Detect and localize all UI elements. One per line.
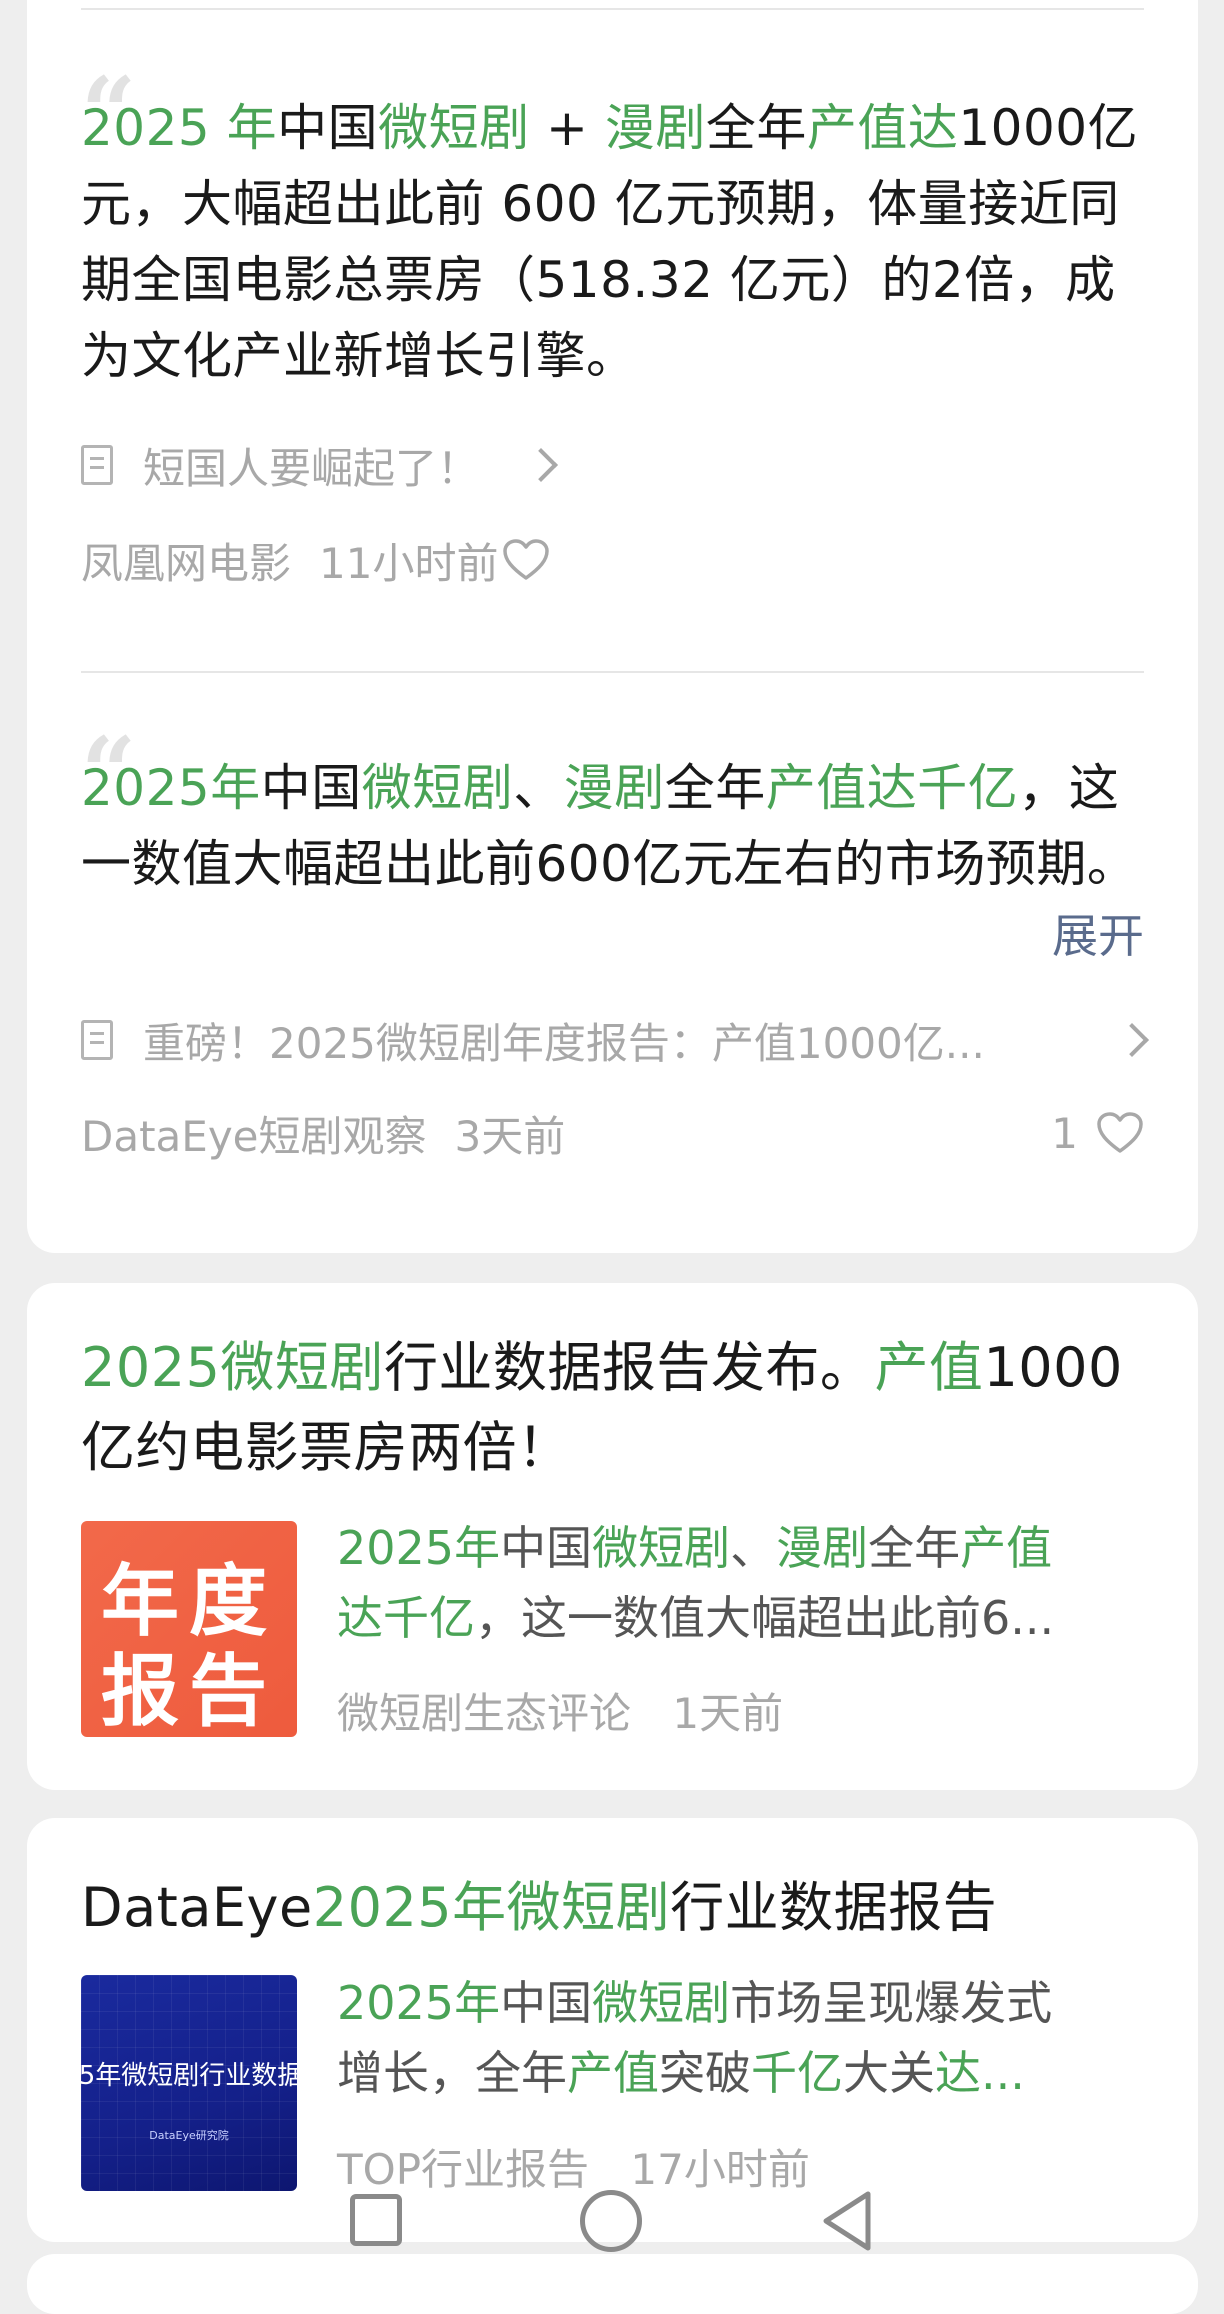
highlight-text: 微短剧 (378, 99, 530, 157)
chevron-right-icon (1115, 1023, 1149, 1057)
highlight-text: 2025年 (337, 1976, 501, 2030)
highlight-text: 达千亿 (337, 1591, 475, 1645)
plain-text: 全年 (868, 1521, 961, 1575)
article-card[interactable]: DataEye2025年微短剧行业数据报告 5年微短剧行业数据 DataEye研… (27, 1818, 1198, 2242)
highlight-text: 漫剧 (776, 1521, 869, 1575)
square-icon[interactable] (350, 2194, 402, 2246)
plain-text: 市场呈现爆发式 (730, 1976, 1053, 2030)
article-card[interactable]: 2025微短剧行业数据报告发布。产值1000亿约电影票房两倍！ 年度 报告 20… (27, 1283, 1198, 1790)
plain-text: 行业数据报告 (670, 1876, 998, 1939)
summary-line: 达千亿，这一数值大幅超出此前6... (337, 1583, 1157, 1653)
heart-icon[interactable] (502, 538, 550, 582)
plain-text: 全年 (705, 99, 807, 157)
plain-text: 行业数据报告发布。 (383, 1336, 875, 1399)
plain-text: 中国 (500, 1976, 593, 2030)
circle-icon[interactable] (580, 2190, 642, 2252)
top-divider (81, 8, 1144, 10)
summary-line: 2025年中国微短剧市场呈现爆发式 (337, 1968, 1157, 2038)
article1-time: 1天前 (672, 1689, 784, 1738)
article1-title[interactable]: 2025微短剧行业数据报告发布。产值1000亿约电影票房两倍！ (81, 1328, 1161, 1488)
post1-meta: 凤凰网电影 11小时前 (81, 530, 1144, 590)
highlight-text: 微短剧 (592, 1976, 731, 2030)
highlight-text: 微短剧 (361, 759, 514, 817)
highlight-text: 2025年 (81, 759, 261, 817)
thumb-subtext: DataEye研究院 (149, 2129, 229, 2142)
post2-source[interactable]: DataEye短剧观察 (81, 1103, 427, 1164)
thumb-text-line2: 报告 (100, 1647, 277, 1737)
post2-like-count: 1 (1051, 1108, 1078, 1158)
post1-snippet[interactable]: 2025 年中国微短剧 + 漫剧全年产值达1000亿元，大幅超出此前 600 亿… (81, 90, 1161, 394)
document-icon (81, 1020, 113, 1060)
summary-line: 增长，全年产值突破千亿大关达... (337, 2038, 1157, 2108)
plain-text: 增长，全年 (337, 2046, 567, 2100)
summary-line: 2025年中国微短剧、漫剧全年产值 (337, 1513, 1157, 1583)
highlight-text: 产值达千亿 (765, 759, 1019, 817)
plain-text: 大关 (843, 2046, 935, 2100)
thumb-text: 5年微短剧行业数据 (81, 2061, 297, 2091)
post2-snippet[interactable]: 2025年中国微短剧、漫剧全年产值达千亿，这一数值大幅超出此前600亿元左右的市… (81, 750, 1161, 902)
post2-time: 3天前 (454, 1111, 566, 1161)
post1-source[interactable]: 凤凰网电影 (81, 530, 291, 591)
chevron-right-icon (524, 448, 558, 482)
heart-icon[interactable] (1096, 1111, 1144, 1155)
highlight-text: 产值 (960, 1521, 1053, 1575)
plain-text: ，这一数值大幅超出此前6... (475, 1591, 1055, 1645)
highlight-text: 2025年微短剧 (312, 1876, 671, 1939)
system-nav-bar (0, 2180, 1224, 2270)
document-icon (81, 445, 113, 485)
plain-text: 、 (513, 759, 564, 817)
article1-thumbnail[interactable]: 年度 报告 (81, 1521, 297, 1737)
plain-text: + (529, 99, 605, 157)
highlight-text: 微短剧 (592, 1521, 731, 1575)
article2-thumbnail[interactable]: 5年微短剧行业数据 DataEye研究院 (81, 1975, 297, 2191)
article1-summary[interactable]: 2025年中国微短剧、漫剧全年产值 达千亿，这一数值大幅超出此前6... (337, 1513, 1157, 1653)
highlight-text: 漫剧 (563, 759, 665, 817)
plain-text: 中国 (500, 1521, 593, 1575)
post2-source-link[interactable]: 重磅！2025微短剧年度报告：产值1000亿... (81, 1010, 1149, 1070)
highlight-text: 2025 年 (81, 99, 278, 157)
article1-meta: 微短剧生态评论 1天前 (337, 1680, 783, 1741)
plain-text: 中国 (277, 99, 379, 157)
highlight-text: 千亿 (751, 2046, 843, 2100)
highlight-text: 产值达 (806, 99, 959, 157)
post2-link-text: 重磅！2025微短剧年度报告：产值1000亿... (143, 1018, 985, 1068)
post1-source-link[interactable]: 短国人要崛起了！ (81, 435, 1144, 495)
plain-text: 突破 (659, 2046, 751, 2100)
plain-text: DataEye (81, 1876, 313, 1939)
posts-card: “ 2025 年中国微短剧 + 漫剧全年产值达1000亿元，大幅超出此前 600… (27, 0, 1198, 1253)
article2-summary[interactable]: 2025年中国微短剧市场呈现爆发式 增长，全年产值突破千亿大关达... (337, 1968, 1157, 2108)
article2-title[interactable]: DataEye2025年微短剧行业数据报告 (81, 1868, 1161, 1948)
triangle-back-icon[interactable] (818, 2188, 878, 2254)
post2-meta: DataEye短剧观察 3天前 1 (81, 1103, 1144, 1163)
highlight-text: 达... (935, 2046, 1025, 2100)
plain-text: 全年 (664, 759, 766, 817)
highlight-text: 产值 (567, 2046, 659, 2100)
highlight-text: 漫剧 (604, 99, 706, 157)
post-divider (81, 671, 1144, 673)
plain-text: 、 (730, 1521, 777, 1575)
highlight-text: 2025年 (337, 1521, 501, 1575)
expand-button[interactable]: 展开 (1052, 900, 1144, 966)
highlight-text: 产值 (874, 1336, 984, 1399)
article1-source[interactable]: 微短剧生态评论 (337, 1689, 631, 1738)
post1-time: 11小时前 (319, 538, 499, 588)
post1-link-text: 短国人要崛起了！ (143, 443, 480, 493)
plain-text: 中国 (260, 759, 362, 817)
highlight-text: 2025微短剧 (81, 1336, 384, 1399)
